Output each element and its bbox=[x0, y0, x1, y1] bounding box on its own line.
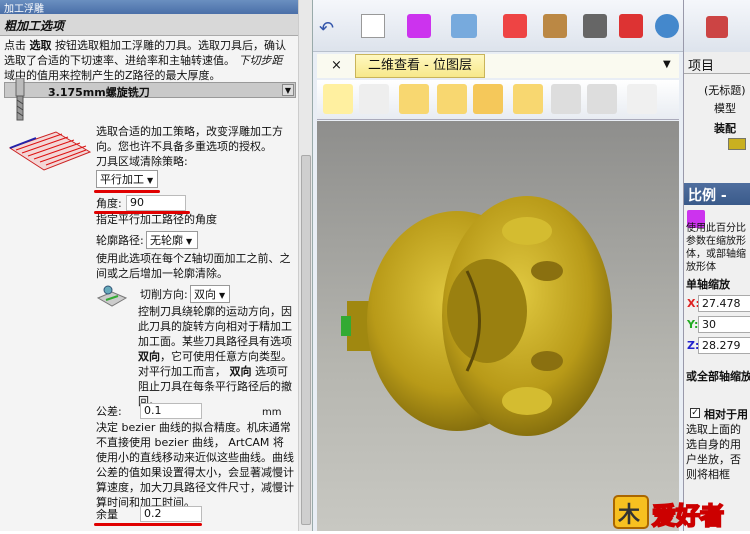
tab-close-icon[interactable]: × bbox=[331, 58, 342, 73]
bear-icon-2[interactable] bbox=[543, 14, 567, 38]
tool-dropdown-button[interactable]: ▼ bbox=[282, 84, 294, 96]
tab-strip: × 二维查看 - 位图层 ▼ bbox=[317, 54, 679, 78]
plane-icon[interactable] bbox=[399, 84, 429, 114]
project-header: 项目 bbox=[684, 52, 750, 74]
all-axis-label: 或全部轴缩放 bbox=[686, 370, 750, 383]
stamp-icon[interactable] bbox=[619, 14, 643, 38]
relative-checkbox[interactable]: ✓ bbox=[690, 408, 700, 418]
scrollbar-thumb[interactable] bbox=[301, 155, 311, 525]
tab-menu-icon[interactable]: ▼ bbox=[663, 59, 671, 70]
strategy-select[interactable]: 平行加工 ▼ bbox=[96, 170, 158, 188]
intro-select-word: 选取 bbox=[29, 39, 52, 52]
lightbulb-icon[interactable] bbox=[323, 84, 353, 114]
angle-description: 指定平行加工路径的角度 bbox=[96, 213, 217, 226]
cut-direction-description: 控制刀具绕轮廓的运动方向，因此刀具的旋转方向相对于精加工加工面。某些刀具路径具有… bbox=[138, 304, 294, 409]
window-title: 加工浮雕 bbox=[0, 0, 298, 14]
left-scrollbar[interactable] bbox=[298, 0, 312, 531]
shape-icon[interactable] bbox=[706, 16, 728, 38]
chevron-down-icon: ▼ bbox=[147, 176, 154, 185]
chevron-down-icon: ▼ bbox=[219, 291, 226, 300]
cut-direction-desc-1: 控制刀具绕轮廓的运动方向，因此刀具的旋转方向相对于精加工加工面。某些刀具路径具有… bbox=[138, 305, 292, 348]
box-icon[interactable] bbox=[473, 84, 503, 114]
z-scale-field[interactable]: 28.279 bbox=[698, 337, 750, 354]
grey-slab-icon[interactable] bbox=[551, 84, 581, 114]
tab-2d-view[interactable]: 二维查看 - 位图层 bbox=[355, 54, 485, 78]
parallel-strategy-icon bbox=[8, 131, 92, 171]
book-icon[interactable] bbox=[407, 14, 431, 38]
intro-part-3: 域中的值用来控制产生的Z路径的最大厚度。 bbox=[4, 69, 221, 82]
paint-icon[interactable] bbox=[627, 84, 657, 114]
panel-header: 粗加工选项 bbox=[0, 14, 298, 36]
tolerance-unit: mm bbox=[262, 407, 282, 418]
tree-untitled[interactable]: (无标题) bbox=[704, 82, 746, 98]
tolerance-field[interactable]: 0.1 bbox=[140, 403, 202, 419]
grey-block-icon[interactable] bbox=[587, 84, 617, 114]
intro-part-1: 点击 bbox=[4, 39, 26, 52]
svg-text:木: 木 bbox=[617, 503, 641, 528]
angle-field[interactable]: 90 bbox=[126, 195, 186, 211]
axis-icon[interactable] bbox=[437, 84, 467, 114]
globe-icon[interactable] bbox=[655, 14, 679, 38]
relief-model bbox=[341, 196, 612, 436]
tolerance-label: 公差: bbox=[96, 405, 122, 418]
relief-thumbnail-icon[interactable] bbox=[728, 138, 746, 150]
clear-strategy-label: 刀具区域清除策略: bbox=[96, 155, 188, 168]
main-toolbar: ↶ bbox=[313, 0, 683, 52]
x-scale-field[interactable]: 27.478 bbox=[698, 295, 750, 312]
y-axis-label: Y: bbox=[687, 318, 699, 331]
relative-label: 相对于用 bbox=[704, 408, 748, 421]
right-panel: 项目 (无标题) 模型 装配 比例 - 使用此百分比参数在缩放形体，或部轴缩放形… bbox=[683, 0, 750, 531]
contour-label: 轮廓路径: bbox=[96, 234, 144, 247]
angle-label: 角度: bbox=[96, 197, 122, 210]
view-toolbar bbox=[317, 80, 679, 120]
cut-direction-icon bbox=[96, 285, 128, 307]
logo-text: 爱好者 bbox=[652, 502, 724, 530]
center-area: ↶ × 二维查看 - 位图层 ▼ bbox=[313, 0, 683, 531]
red-annotation-3 bbox=[94, 523, 202, 526]
eye-icon[interactable] bbox=[359, 84, 389, 114]
allowance-field[interactable]: 0.2 bbox=[140, 506, 202, 522]
allowance-label: 余量 bbox=[96, 508, 118, 521]
cut-direction-label: 切削方向: bbox=[140, 288, 188, 301]
cut-direction-bold-1: 双向 bbox=[138, 350, 160, 363]
contour-description: 使用此选项在每个Z轴切面加工之前、之间或之后增加一轮廓清除。 bbox=[96, 252, 291, 280]
cut-direction-bold-2: 双向 bbox=[229, 365, 252, 378]
scale-description: 使用此百分比参数在缩放形体，或部轴缩放形体 bbox=[686, 223, 746, 273]
undo-icon[interactable]: ↶ bbox=[319, 18, 334, 39]
single-axis-label: 单轴缩放 bbox=[686, 278, 730, 291]
site-logo: 木 爱好者 bbox=[613, 495, 725, 531]
tree-model[interactable]: 模型 bbox=[714, 100, 736, 116]
relative-description: 选取上面的选自身的用户坐放，否则将相框 gnomen) bbox=[686, 423, 741, 484]
scale-header: 比例 - bbox=[684, 183, 750, 205]
document-edit-icon[interactable] bbox=[361, 14, 385, 38]
y-scale-field[interactable]: 30 bbox=[698, 316, 750, 333]
chevron-down-icon: ▼ bbox=[186, 237, 193, 246]
intro-text: 点击 选取 按钮选取粗加工浮雕的刀具。选取刀具后，确认选取了合适的下切速率、进给… bbox=[4, 38, 296, 83]
strategy-text: 选取合适的加工策略，改变浮雕加工方向。您也许不具备多重选项的授权。 bbox=[96, 125, 283, 153]
tool-icon[interactable] bbox=[451, 14, 477, 38]
red-annotation-1 bbox=[94, 190, 160, 193]
bear-icon-3[interactable] bbox=[583, 14, 607, 38]
tolerance-description: 决定 bezier 曲线的拟合精度。机床通常不直接使用 bezier 曲线， A… bbox=[96, 421, 294, 509]
strategy-value: 平行加工 bbox=[100, 173, 144, 186]
bear-icon-1[interactable] bbox=[503, 14, 527, 38]
contour-select[interactable]: 无轮廓 ▼ bbox=[146, 231, 198, 249]
3d-viewport[interactable] bbox=[317, 121, 679, 531]
endmill-icon bbox=[15, 78, 25, 121]
cut-direction-select[interactable]: 双向 ▼ bbox=[190, 285, 230, 303]
right-toolbar bbox=[684, 0, 750, 52]
tree-assembly[interactable]: 装配 bbox=[714, 120, 736, 136]
slab-icon[interactable] bbox=[513, 84, 543, 114]
contour-value: 无轮廓 bbox=[150, 234, 183, 247]
tool-name: 3.175mm螺旋铣刀 bbox=[48, 86, 150, 99]
cut-direction-value: 双向 bbox=[194, 288, 216, 301]
intro-max-depth-word: 下切步距 bbox=[238, 54, 283, 67]
left-panel: 加工浮雕 粗加工选项 点击 选取 按钮选取粗加工浮雕的刀具。选取刀具后，确认选取… bbox=[0, 0, 313, 531]
